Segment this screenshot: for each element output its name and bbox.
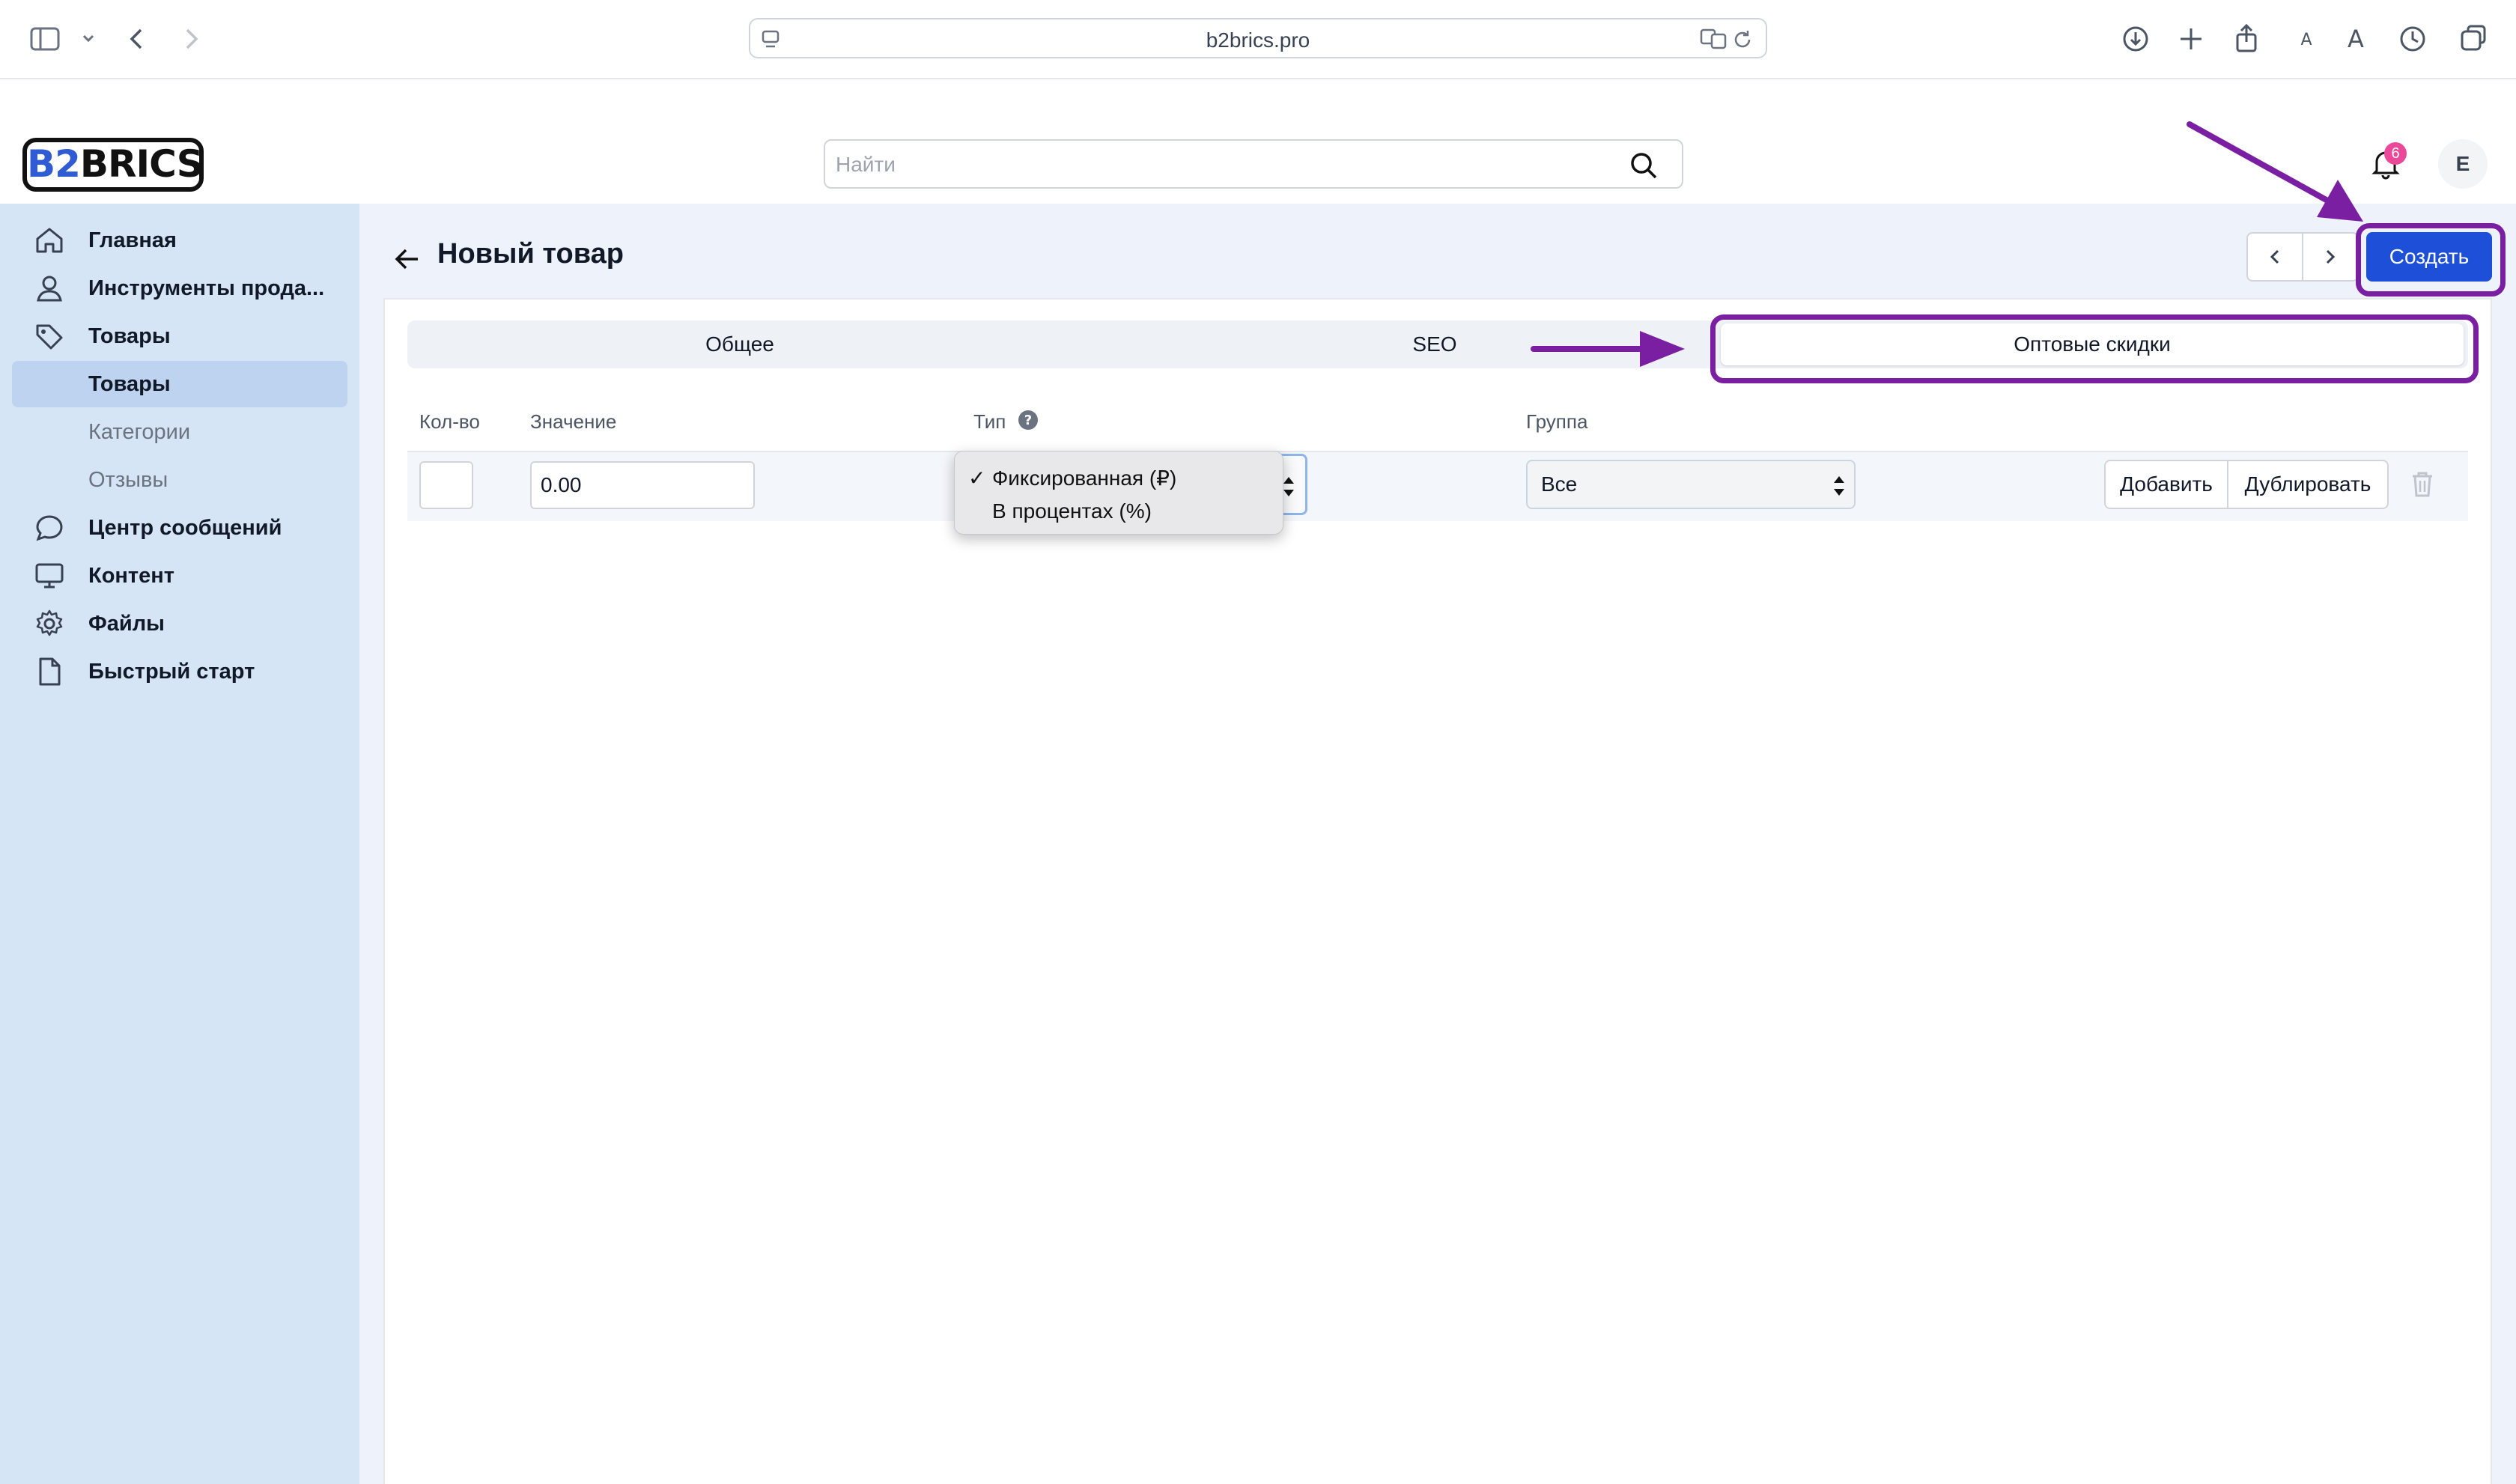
column-header-group: Группа [1526, 410, 1588, 433]
chat-icon [36, 515, 63, 541]
search-input[interactable] [834, 147, 1616, 183]
sidebar-item-label: Категории [88, 419, 191, 444]
tabs-overview-icon[interactable] [2458, 22, 2491, 55]
sidebar-item-label: Отзывы [88, 467, 168, 492]
sidebar-item-label: Центр сообщений [88, 515, 282, 540]
duplicate-button[interactable]: Дублировать [2227, 460, 2389, 509]
text-larger-icon[interactable]: A [2339, 22, 2372, 55]
file-icon [39, 657, 61, 686]
type-dropdown-menu: ✓ Фиксированная (₽) В процентах (%) [954, 451, 1283, 535]
sidebar-item-label: Товары [88, 323, 171, 348]
value-input[interactable] [530, 461, 755, 509]
brand-logo[interactable]: B2BRICS [22, 138, 204, 192]
sidebar-item-label: Главная [88, 228, 177, 252]
sidebar-item-quick-start[interactable]: Быстрый старт [12, 648, 347, 695]
svg-text:?: ? [1024, 413, 1032, 428]
dropdown-option-percent[interactable]: В процентах (%) [955, 495, 1283, 528]
download-icon[interactable] [2119, 22, 2152, 55]
column-header-value: Значение [530, 410, 617, 433]
sidebar-subitem-reviews[interactable]: Отзывы [12, 457, 347, 503]
group-select-value: Все [1541, 472, 1578, 496]
sidebar-item-home[interactable]: Главная [12, 217, 347, 264]
option-label: Фиксированная (₽) [992, 466, 1177, 490]
browser-toolbar: b2brics.pro A A [0, 0, 2516, 79]
sidebar-item-label: Файлы [88, 611, 165, 636]
search-icon[interactable] [1628, 150, 1659, 181]
sidebar-item-label: Быстрый старт [88, 659, 255, 684]
notifications-button[interactable]: 6 [2366, 142, 2408, 184]
option-label: В процентах (%) [992, 499, 1152, 523]
dropdown-option-fixed[interactable]: ✓ Фиксированная (₽) [955, 462, 1283, 495]
column-header-qty: Кол-во [419, 410, 480, 433]
sidebar-toggle-icon[interactable] [28, 22, 61, 55]
tag-icon [36, 324, 63, 350]
group-select[interactable]: Все [1526, 460, 1856, 509]
add-button[interactable]: Добавить [2104, 460, 2228, 509]
prev-button[interactable] [2246, 232, 2303, 282]
share-icon[interactable] [2230, 22, 2263, 55]
logo-brics: BRICS [79, 142, 204, 186]
sidebar-subitem-categories[interactable]: Категории [12, 409, 347, 455]
search-box [824, 139, 1683, 189]
page-title: Новый товар [437, 238, 624, 270]
sidebar-item-sales-tools[interactable]: Инструменты прода... [12, 265, 347, 311]
home-icon [36, 228, 63, 253]
annotation-box-create [2356, 223, 2506, 297]
sidebar-item-label: Контент [88, 563, 174, 588]
sidebar-item-label: Товары [88, 371, 171, 396]
logo-b2: B2 [27, 142, 81, 186]
chevron-right-icon [2326, 249, 2336, 264]
text-smaller-icon[interactable]: A [2290, 22, 2323, 55]
help-icon[interactable]: ? [1017, 409, 1039, 431]
forward-icon[interactable] [174, 22, 207, 55]
sidebar-item-files[interactable]: Файлы [12, 600, 347, 647]
history-icon[interactable] [2396, 22, 2429, 55]
svg-text:A: A [2300, 31, 2312, 49]
sidebar-subitem-products[interactable]: Товары [12, 361, 347, 407]
sidebar-item-messages[interactable]: Центр сообщений [12, 505, 347, 551]
user-avatar[interactable]: E [2438, 139, 2488, 189]
back-arrow-icon[interactable] [391, 243, 424, 276]
select-arrows-icon [1834, 476, 1844, 496]
gear-icon [36, 609, 63, 636]
notification-badge: 6 [2384, 142, 2407, 165]
delete-button[interactable] [2389, 460, 2456, 509]
trash-icon [2413, 472, 2432, 497]
column-header-type: Тип [973, 410, 1006, 433]
translate-icon[interactable] [1700, 27, 1727, 51]
sidebar-item-products[interactable]: Товары [12, 313, 347, 359]
back-icon[interactable] [121, 22, 154, 55]
address-url: b2brics.pro [1206, 28, 1310, 52]
tab-general[interactable]: Общее [407, 320, 1072, 368]
svg-text:A: A [2348, 25, 2364, 53]
chevron-left-icon [2270, 249, 2279, 264]
chevron-down-icon[interactable] [72, 22, 105, 55]
sidebar-item-label: Инструменты прода... [88, 276, 325, 300]
annotation-box-tab [1710, 314, 2479, 383]
reload-icon[interactable] [1731, 28, 1754, 51]
new-tab-icon[interactable] [2175, 22, 2207, 55]
user-icon [37, 276, 62, 302]
checkmark-icon: ✓ [968, 466, 986, 490]
monitor-icon [35, 563, 64, 589]
next-button[interactable] [2302, 232, 2359, 282]
qty-input[interactable] [419, 461, 473, 509]
app-header: B2BRICS 6 E [0, 79, 2516, 205]
sidebar: Главная Инструменты прода... Товары Това… [0, 204, 359, 1484]
sidebar-item-content[interactable]: Контент [12, 553, 347, 599]
tab-seo[interactable]: SEO [1072, 320, 1797, 368]
address-bar[interactable]: b2brics.pro [749, 18, 1767, 58]
